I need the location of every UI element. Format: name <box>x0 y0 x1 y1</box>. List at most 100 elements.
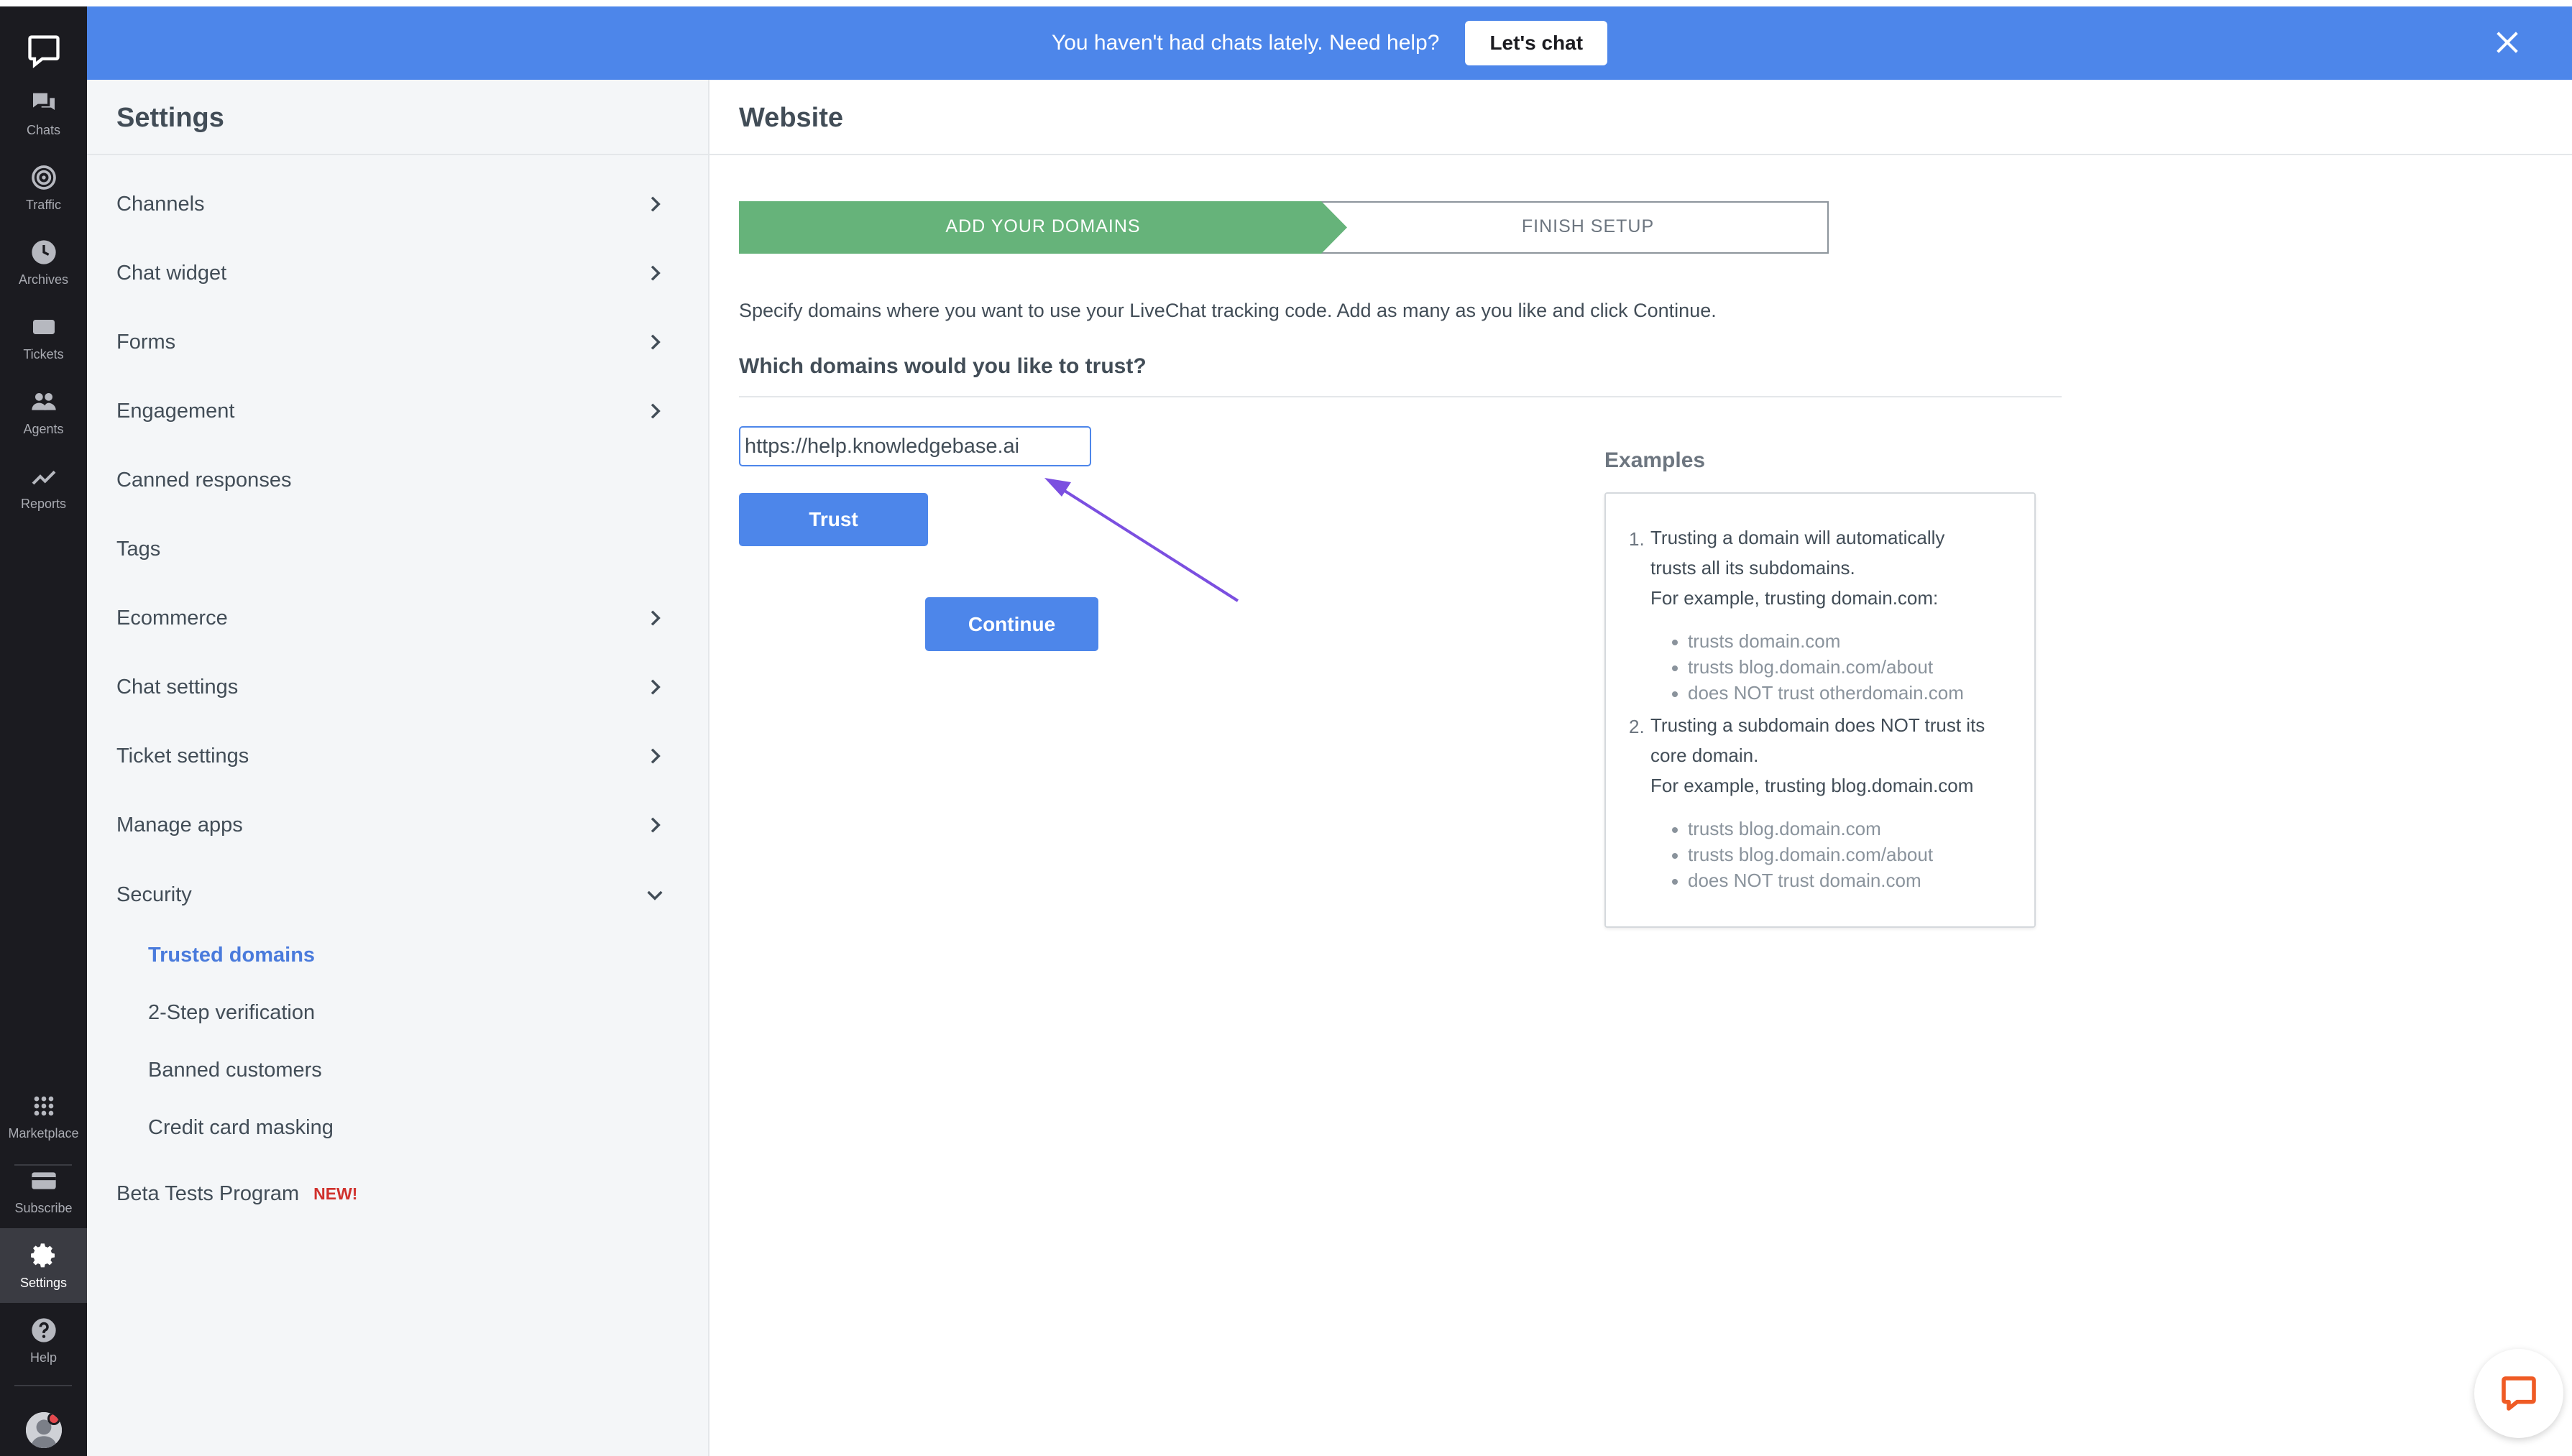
rail-label: Marketplace <box>8 1125 79 1141</box>
example-intro: For example, trusting domain.com: <box>1650 587 1939 609</box>
example-number: 1. <box>1629 528 1645 550</box>
divider <box>709 154 2572 155</box>
rail-item-chats[interactable]: Chats <box>0 75 87 150</box>
security-sub-trusted-domains[interactable]: Trusted domains <box>148 935 315 975</box>
example-bullet: does NOT trust otherdomain.com <box>1672 682 1964 704</box>
settings-item-label: Forms <box>116 330 176 354</box>
rail-item-tickets[interactable]: Tickets <box>0 300 87 374</box>
close-icon[interactable] <box>2493 28 2522 57</box>
settings-item-label: Canned responses <box>116 468 292 492</box>
settings-title: Settings <box>116 103 224 133</box>
settings-item-ecommerce[interactable]: Ecommerce <box>116 596 692 640</box>
chevron-right-icon <box>651 403 661 419</box>
example-line: trusts all its subdomains. <box>1650 557 1855 579</box>
settings-item-label: Manage apps <box>116 813 243 837</box>
settings-item-chat-widget[interactable]: Chat widget <box>116 252 692 295</box>
continue-button[interactable]: Continue <box>925 597 1098 651</box>
settings-item-label: Engagement <box>116 399 235 423</box>
trust-button[interactable]: Trust <box>739 493 928 546</box>
step-finish-setup: FINISH SETUP <box>1521 216 1655 236</box>
help-banner: You haven't had chats lately. Need help?… <box>87 6 2572 80</box>
lets-chat-button[interactable]: Let's chat <box>1465 21 1608 65</box>
settings-item-security[interactable]: Security <box>116 873 692 916</box>
example-intro: For example, trusting blog.domain.com <box>1650 775 1974 796</box>
rail-label: Archives <box>18 272 69 287</box>
rail-label: Traffic <box>25 197 61 212</box>
step-add-domains: ADD YOUR DOMAINS <box>945 216 1141 236</box>
settings-item-manage-apps[interactable]: Manage apps <box>116 803 692 847</box>
top-strip <box>0 0 2572 6</box>
settings-item-beta-tests[interactable]: Beta Tests Program NEW! <box>116 1172 692 1215</box>
rail-label: Tickets <box>23 346 64 361</box>
rail-item-agents[interactable]: Agents <box>0 374 87 449</box>
settings-item-forms[interactable]: Forms <box>116 321 692 364</box>
security-sub-banned-customers[interactable]: Banned customers <box>148 1050 322 1090</box>
chevron-right-icon <box>651 748 661 764</box>
example-line: Trusting a domain will automatically <box>1650 527 1945 548</box>
domains-question: Which domains would you like to trust? <box>739 354 1147 378</box>
divider <box>87 154 709 155</box>
traffic-icon <box>31 165 56 190</box>
chevron-right-icon <box>651 265 661 281</box>
rail-item-archives[interactable]: Archives <box>0 225 87 300</box>
rail-label: Subscribe <box>14 1200 73 1215</box>
examples-title: Examples <box>1604 448 1706 472</box>
settings-item-canned-responses[interactable]: Canned responses <box>116 459 692 502</box>
banner-text: You haven't had chats lately. Need help? <box>1051 31 1440 55</box>
example-bullet: trusts domain.com <box>1671 630 1841 652</box>
rail-label: Reports <box>20 496 67 511</box>
rail-item-subscribe[interactable]: Subscribe <box>0 1153 87 1228</box>
chat-bubble-icon <box>2502 1376 2536 1411</box>
settings-item-tags[interactable]: Tags <box>116 527 692 571</box>
example-bullet: trusts blog.domain.com <box>1672 818 1881 839</box>
rail-label: Chats <box>26 122 61 137</box>
settings-item-label: Channels <box>116 192 205 216</box>
example-bullet: trusts blog.domain.com/about <box>1671 844 1934 865</box>
archives-icon <box>31 239 56 264</box>
chevron-down-icon <box>647 890 663 900</box>
instructions-text: Specify domains where you want to use yo… <box>739 300 1717 321</box>
new-badge: NEW! <box>313 1184 358 1203</box>
tickets-icon <box>32 319 55 334</box>
settings-icon <box>30 1243 55 1267</box>
rail-item-reports[interactable]: Reports <box>0 449 87 524</box>
app-rail: Chats Traffic Archives Tickets Agents Re… <box>0 6 87 1456</box>
rail-label: Agents <box>23 421 64 436</box>
help-icon <box>31 1317 56 1342</box>
example-line: Trusting a subdomain does NOT trust its <box>1650 714 1985 736</box>
rail-item-help[interactable]: Help <box>0 1303 87 1378</box>
examples-box: 1. Trusting a domain will automatically … <box>1604 492 2036 928</box>
settings-item-label: Ecommerce <box>116 606 228 630</box>
user-avatar[interactable] <box>26 1412 62 1448</box>
settings-item-chat-settings[interactable]: Chat settings <box>116 665 692 709</box>
security-sub-2-step-verification[interactable]: 2-Step verification <box>148 992 315 1033</box>
settings-item-ticket-settings[interactable]: Ticket settings <box>116 734 692 778</box>
chevron-right-icon <box>651 196 661 212</box>
notification-dot <box>47 1412 60 1425</box>
example-number: 2. <box>1629 716 1645 737</box>
chat-widget-button[interactable] <box>2474 1349 2563 1438</box>
rail-item-traffic[interactable]: Traffic <box>0 150 87 225</box>
livechat-logo-icon[interactable] <box>0 22 87 80</box>
example-line: core domain. <box>1650 745 1759 766</box>
rail-label: Settings <box>19 1275 68 1290</box>
rail-item-settings[interactable]: Settings <box>0 1228 87 1303</box>
settings-item-label: Ticket settings <box>116 744 249 768</box>
divider <box>739 396 2062 397</box>
settings-item-label: Chat settings <box>116 675 239 699</box>
security-sub-credit-card-masking[interactable]: Credit card masking <box>148 1107 334 1148</box>
domain-input[interactable] <box>739 426 1091 466</box>
rail-item-marketplace[interactable]: Marketplace <box>0 1079 87 1153</box>
settings-item-engagement[interactable]: Engagement <box>116 390 692 433</box>
chevron-right-icon <box>651 610 661 626</box>
example-bullet: does NOT trust domain.com <box>1672 870 1921 891</box>
chats-icon <box>32 93 55 110</box>
marketplace-icon <box>34 1096 53 1115</box>
subscribe-icon <box>31 1171 56 1189</box>
chevron-right-icon <box>651 817 661 833</box>
settings-item-channels[interactable]: Channels <box>116 183 692 226</box>
rail-separator <box>14 1385 72 1386</box>
settings-item-label: Chat widget <box>116 261 227 285</box>
chevron-right-icon <box>651 679 661 695</box>
main-content: Website ADD YOUR DOMAINS FINISH SETUP Sp… <box>709 80 2572 1456</box>
